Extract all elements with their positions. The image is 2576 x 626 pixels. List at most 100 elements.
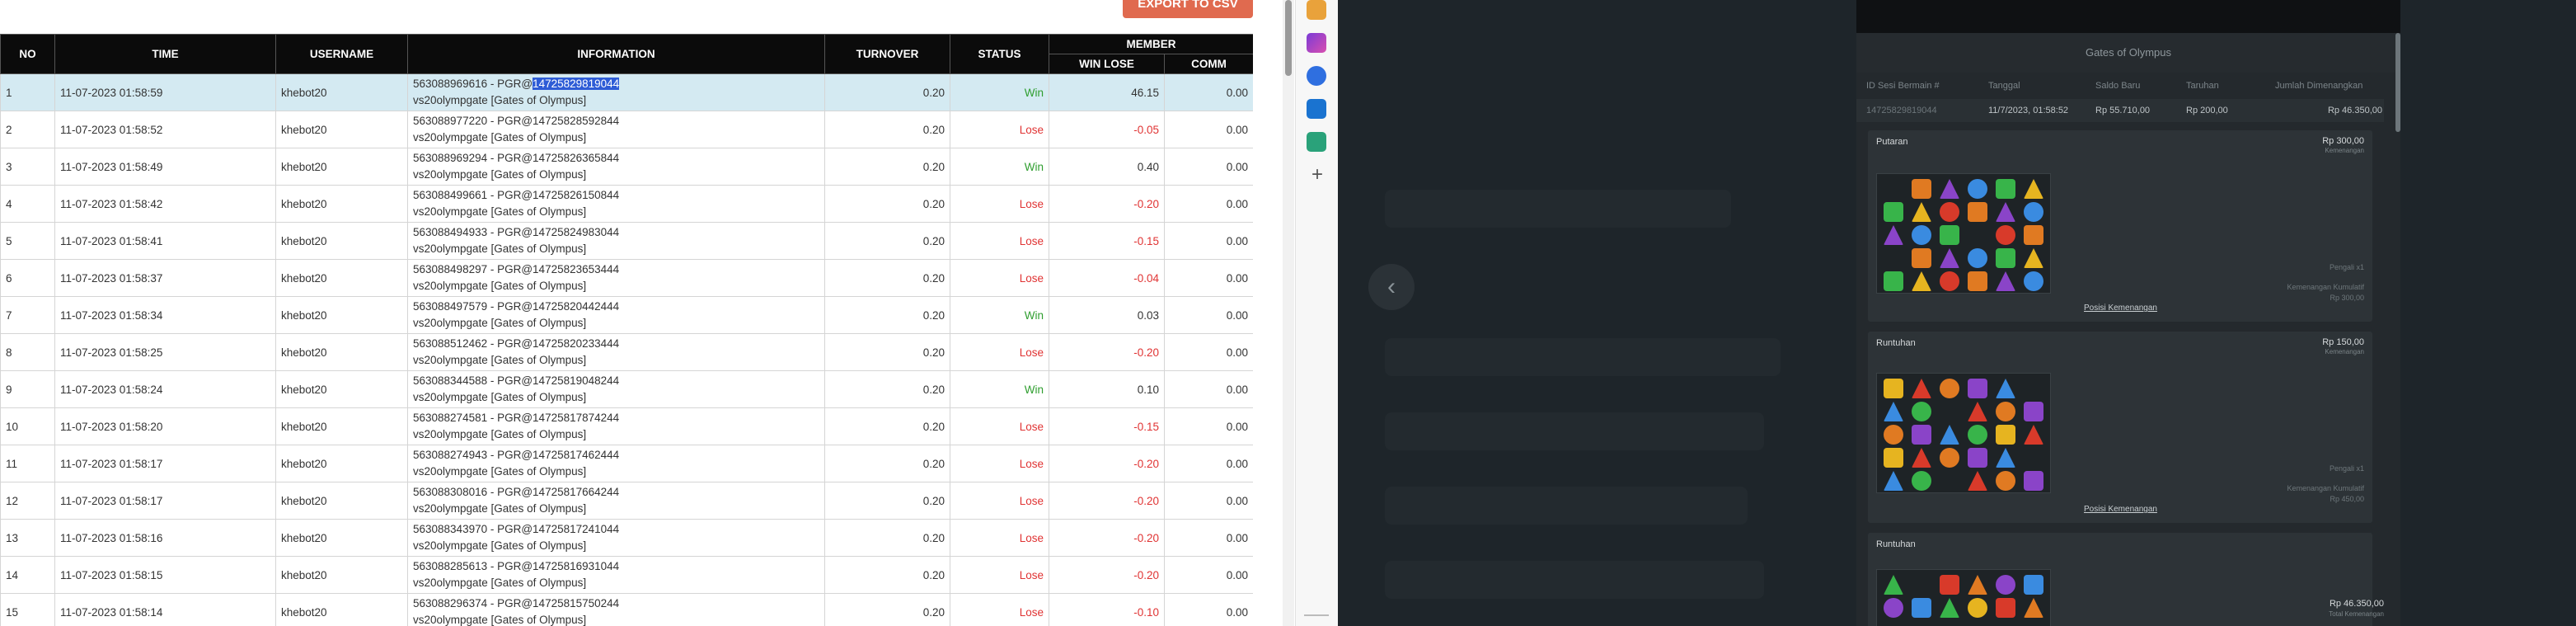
copilot-icon[interactable] (1307, 66, 1326, 86)
table-row[interactable]: 10 11-07-2023 01:58:20 khebot20 56308827… (0, 407, 1253, 445)
table-row[interactable]: 13 11-07-2023 01:58:16 khebot20 56308834… (0, 519, 1253, 557)
cell-information: 563088498297 - PGR@14725823653444 vs20oly… (407, 259, 825, 297)
cell-win-lose: -0.20 (1049, 445, 1165, 482)
cell-comm: 0.00 (1164, 407, 1253, 445)
table-row[interactable]: 15 11-07-2023 01:58:14 khebot20 56308829… (0, 593, 1253, 626)
gem-symbol-icon (1996, 425, 2015, 445)
multiplier-label: Pengali x1 (2329, 263, 2364, 271)
cell-win-lose: 0.10 (1049, 370, 1165, 408)
info-game: vs20olympgate [Gates of Olympus] (413, 205, 587, 218)
gem-symbol-icon (1996, 379, 2015, 398)
gem-symbol-icon (1940, 575, 1959, 595)
table-row[interactable]: 3 11-07-2023 01:58:49 khebot20 563088969… (0, 148, 1253, 186)
gem-symbol-icon (1912, 402, 1931, 421)
win-position-link[interactable]: Posisi Kemenangan (2084, 304, 2157, 313)
gift-icon[interactable] (1307, 0, 1326, 20)
browser-sidebar: + (1295, 0, 1338, 626)
cell-win-lose: -0.15 (1049, 407, 1165, 445)
info-prefix: 563088977220 - PGR@14725828592844 (413, 115, 620, 127)
back-arrow-icon[interactable]: ‹ (1368, 264, 1415, 310)
cell-username: khebot20 (275, 482, 408, 520)
cell-win-lose: -0.15 (1049, 222, 1165, 260)
gem-symbol-icon (1912, 471, 1931, 491)
report-scrollbar[interactable] (1283, 0, 1294, 626)
cell-information: 563088977220 - PGR@14725828592844 vs20oly… (407, 111, 825, 148)
cell-status: Lose (950, 407, 1049, 445)
table-row[interactable]: 6 11-07-2023 01:58:37 khebot20 563088498… (0, 259, 1253, 297)
card-amount-label: Kemenangan (2325, 348, 2364, 355)
cell-status: Lose (950, 519, 1049, 557)
col-win-lose[interactable]: WIN LOSE (1049, 54, 1165, 74)
gem-symbol-icon (1884, 402, 1903, 421)
cell-comm: 0.00 (1164, 111, 1253, 148)
table-row[interactable]: 12 11-07-2023 01:58:17 khebot20 56308830… (0, 482, 1253, 520)
cell-win-lose: 46.15 (1049, 73, 1165, 111)
col-member-group: MEMBER (1049, 34, 1253, 54)
info-game: vs20olympgate [Gates of Olympus] (413, 131, 587, 144)
game-history-modal: Gates of Olympus ID Sesi Bermain # Tangg… (1856, 0, 2400, 626)
gem-symbol-icon (1884, 448, 1903, 468)
shopping-icon[interactable] (1307, 132, 1326, 152)
cell-no: 8 (0, 333, 55, 371)
cell-no: 5 (0, 222, 55, 260)
info-game: vs20olympgate [Gates of Olympus] (413, 614, 587, 626)
cell-no: 13 (0, 519, 55, 557)
cell-comm: 0.00 (1164, 185, 1253, 223)
cell-turnover: 0.20 (824, 445, 950, 482)
add-icon[interactable]: + (1307, 165, 1327, 185)
cell-comm: 0.00 (1164, 519, 1253, 557)
table-row[interactable]: 5 11-07-2023 01:58:41 khebot20 563088494… (0, 222, 1253, 260)
col-status[interactable]: STATUS (950, 34, 1049, 74)
session-date: 11/7/2023, 01:58:52 (1988, 106, 2069, 115)
cell-status: Lose (950, 445, 1049, 482)
gem-symbol-icon (1940, 225, 1959, 245)
session-bet: Rp 200,00 (2186, 106, 2228, 115)
col-information[interactable]: INFORMATION (407, 34, 825, 74)
header-win-amount: Jumlah Dimenangkan (2275, 81, 2363, 91)
table-row[interactable]: 2 11-07-2023 01:58:52 khebot20 563088977… (0, 111, 1253, 148)
cell-status: Win (950, 296, 1049, 334)
col-turnover[interactable]: TURNOVER (824, 34, 950, 74)
gem-symbol-icon (1884, 202, 1903, 222)
col-no[interactable]: NO (0, 34, 55, 74)
cell-status: Lose (950, 259, 1049, 297)
cell-turnover: 0.20 (824, 593, 950, 626)
info-game: vs20olympgate [Gates of Olympus] (413, 465, 587, 478)
gem-symbol-icon (1940, 202, 1959, 222)
cell-no: 7 (0, 296, 55, 334)
export-csv-button[interactable]: EXPORT TO CSV (1123, 0, 1253, 18)
table-row[interactable]: 8 11-07-2023 01:58:25 khebot20 563088512… (0, 333, 1253, 371)
table-row[interactable]: 7 11-07-2023 01:58:34 khebot20 563088497… (0, 296, 1253, 334)
col-username[interactable]: USERNAME (275, 34, 408, 74)
gem-symbol-icon (1884, 425, 1903, 445)
gem-symbol-icon (2024, 402, 2043, 421)
report-scroll-thumb[interactable] (1285, 0, 1292, 76)
cell-no: 14 (0, 556, 55, 594)
table-row[interactable]: 1 11-07-2023 01:58:59 khebot20 563088969… (0, 73, 1253, 111)
gem-symbol-icon (1996, 202, 2015, 222)
cell-turnover: 0.20 (824, 556, 950, 594)
modal-scrollbar[interactable] (2395, 33, 2400, 132)
info-prefix: 563088969616 - PGR@ (413, 78, 533, 90)
info-prefix: 563088512462 - PGR@14725820233444 (413, 337, 620, 350)
outlook-icon[interactable] (1307, 99, 1326, 119)
gem-symbol-icon (1912, 271, 1931, 291)
table-row[interactable]: 11 11-07-2023 01:58:17 khebot20 56308827… (0, 445, 1253, 482)
info-game: vs20olympgate [Gates of Olympus] (413, 577, 587, 589)
tumble-card: Runtuhan (1868, 533, 2372, 626)
table-row[interactable]: 4 11-07-2023 01:58:42 khebot20 563088499… (0, 185, 1253, 223)
report-panel: EXPORT TO CSV NO TIME USERNAME INFORMATI… (0, 0, 1253, 626)
games-icon[interactable] (1307, 33, 1326, 53)
table-row[interactable]: 9 11-07-2023 01:58:24 khebot20 563088344… (0, 370, 1253, 408)
cell-information: 563088344588 - PGR@14725819048244 vs20oly… (407, 370, 825, 408)
cell-comm: 0.00 (1164, 222, 1253, 260)
col-time[interactable]: TIME (54, 34, 276, 74)
win-position-link[interactable]: Posisi Kemenangan (2084, 505, 2157, 514)
cell-information: 563088296374 - PGR@14725815750244 vs20oly… (407, 593, 825, 626)
cell-comm: 0.00 (1164, 296, 1253, 334)
cell-turnover: 0.20 (824, 259, 950, 297)
cell-comm: 0.00 (1164, 259, 1253, 297)
col-comm[interactable]: COMM (1164, 54, 1253, 74)
gem-symbol-icon (1996, 448, 2015, 468)
table-row[interactable]: 14 11-07-2023 01:58:15 khebot20 56308828… (0, 556, 1253, 594)
